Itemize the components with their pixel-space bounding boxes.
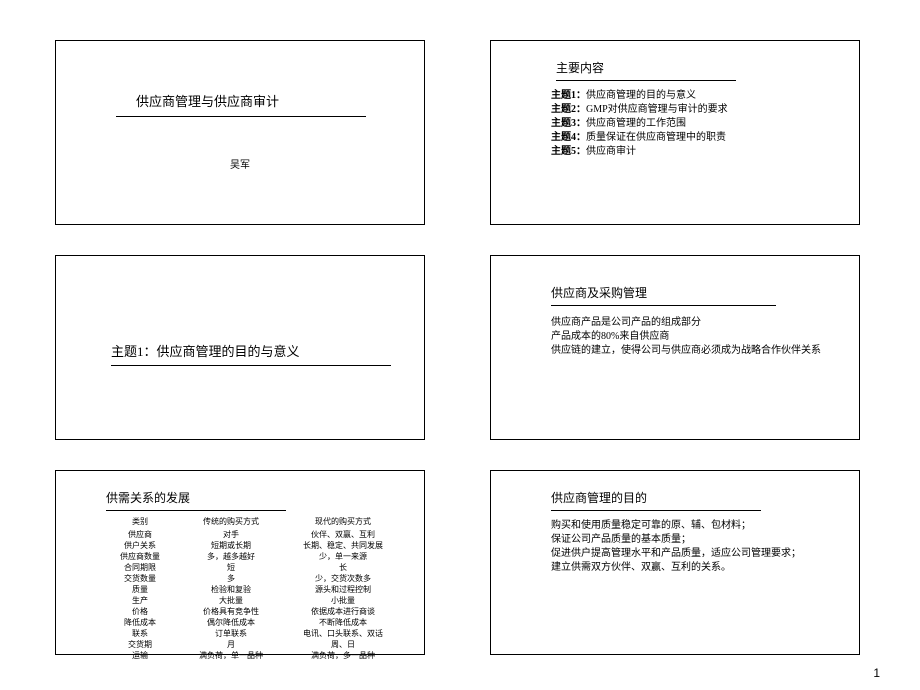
topic-item: 主题5：供应商审计 [551,145,728,159]
table-col-1: 类别 供应商 供户关系 供应商数量 合同期限 交货数量 质量 生产 价格 降低成… [106,516,174,661]
body-line: 产品成本的80%来自供应商 [551,330,831,344]
slide-2-body: 主题1：供应商管理的目的与意义 主题2：GMP对供应商管理与审计的要求 主题3：… [551,89,728,159]
body-line: 供应链的建立，使得公司与供应商必须成为战略合作伙伴关系 [551,344,831,358]
topic-item: 主题4：质量保证在供应商管理中的职责 [551,131,728,145]
topic-item: 主题2：GMP对供应商管理与审计的要求 [551,103,728,117]
topic-item: 主题3：供应商管理的工作范围 [551,117,728,131]
table-col-2: 传统的购买方式 对手 短期或长期 多，越多越好 短 多 检验和复验 大批量 价格… [176,516,286,661]
slide-5: 供需关系的发展 类别 供应商 供户关系 供应商数量 合同期限 交货数量 质量 生… [55,470,425,655]
page-number: 1 [873,666,880,680]
body-line: 促进供户提高管理水平和产品质量，适应公司管理要求； [551,547,831,561]
table-col-3: 现代的购买方式 伙伴、双赢、互利 长期、稳定、共同发展 少，单一来源 长 少，交… [288,516,398,661]
slide-3-title: 主题1：供应商管理的目的与意义 [111,341,391,366]
slide-3: 主题1：供应商管理的目的与意义 [55,255,425,440]
body-line: 购买和使用质量稳定可靠的原、辅、包材料； [551,519,831,533]
slide-5-table: 类别 供应商 供户关系 供应商数量 合同期限 交货数量 质量 生产 价格 降低成… [106,516,398,661]
slide-1: 供应商管理与供应商审计 吴军 [55,40,425,225]
slide-5-title: 供需关系的发展 [106,489,286,511]
slide-2: 主要内容 主题1：供应商管理的目的与意义 主题2：GMP对供应商管理与审计的要求… [490,40,860,225]
slide-2-title: 主要内容 [556,59,736,81]
topic-item: 主题1：供应商管理的目的与意义 [551,89,728,103]
body-line: 供应商产品是公司产品的组成部分 [551,316,831,330]
slide-6-body: 购买和使用质量稳定可靠的原、辅、包材料； 保证公司产品质量的基本质量； 促进供户… [551,519,831,575]
body-line: 保证公司产品质量的基本质量； [551,533,831,547]
slide-6: 供应商管理的目的 购买和使用质量稳定可靠的原、辅、包材料； 保证公司产品质量的基… [490,470,860,655]
slide-4: 供应商及采购管理 供应商产品是公司产品的组成部分 产品成本的80%来自供应商 供… [490,255,860,440]
slide-4-title: 供应商及采购管理 [551,284,776,306]
slide-1-title: 供应商管理与供应商审计 [116,91,366,117]
slide-4-body: 供应商产品是公司产品的组成部分 产品成本的80%来自供应商 供应链的建立，使得公… [551,316,831,358]
slide-1-author: 吴军 [56,156,424,171]
slide-6-title: 供应商管理的目的 [551,489,761,511]
body-line: 建立供需双方伙伴、双赢、互利的关系。 [551,561,831,575]
